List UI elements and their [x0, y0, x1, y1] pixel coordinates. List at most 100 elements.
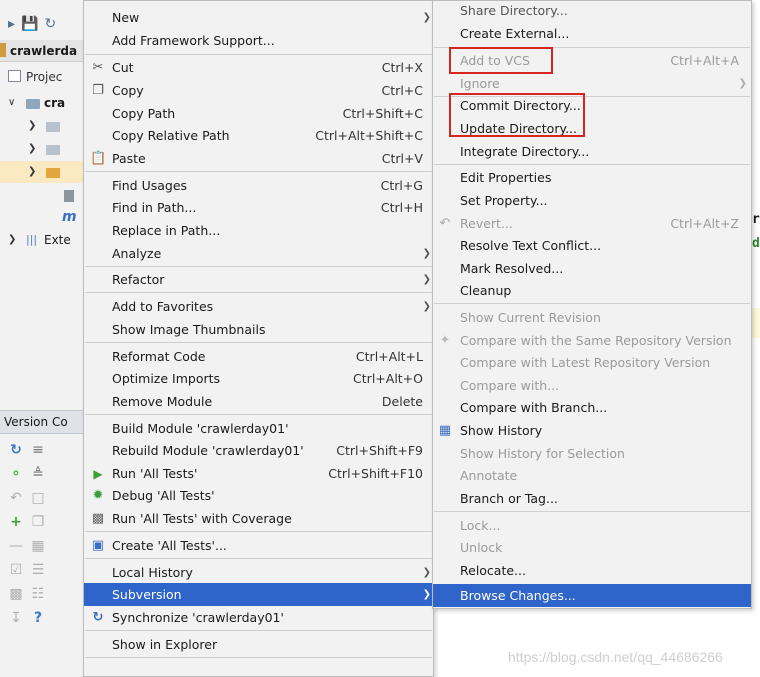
- menu-item-analyze[interactable]: Analyze ❯: [84, 242, 433, 265]
- add-icon[interactable]: +: [8, 514, 24, 530]
- menu-item-shortcut: Ctrl+Shift+F10: [328, 466, 423, 481]
- group-icon[interactable]: □: [30, 490, 46, 506]
- menu-item-relocate[interactable]: Relocate...: [433, 559, 751, 582]
- menu-item-add-framework-support[interactable]: Add Framework Support...: [84, 29, 433, 52]
- menu-item-remove-module[interactable]: Remove Module Delete: [84, 390, 433, 413]
- menu-item-copy[interactable]: ❐ Copy Ctrl+C: [84, 79, 433, 102]
- menu-item-find-usages[interactable]: Find Usages Ctrl+G: [84, 174, 433, 197]
- menu-item-set-property[interactable]: Set Property...: [433, 189, 751, 212]
- menu-item-create-external[interactable]: Create External...: [433, 22, 751, 45]
- run-icon: ▶: [93, 467, 103, 481]
- chevron-right-icon[interactable]: ❯: [28, 138, 36, 160]
- copy-icon[interactable]: ❐: [30, 514, 46, 530]
- menu-item-new[interactable]: New ❯: [84, 6, 433, 29]
- menu-item-label: Revert...: [460, 216, 513, 231]
- menu-item-label: Set Property...: [460, 193, 548, 208]
- menu-item-label: Subversion: [112, 587, 182, 602]
- open-icon[interactable]: ▸: [8, 16, 15, 32]
- menu-item-run-with-coverage[interactable]: ▩ Run 'All Tests' with Coverage: [84, 507, 433, 530]
- chevron-down-icon[interactable]: ∨: [8, 92, 15, 114]
- module-icon[interactable]: ▩: [8, 586, 24, 602]
- menu-item-label: Branch or Tag...: [460, 491, 558, 506]
- menu-item-run-all-tests[interactable]: ▶ Run 'All Tests' Ctrl+Shift+F10: [84, 462, 433, 485]
- menu-item-debug-all-tests[interactable]: ✹ Debug 'All Tests': [84, 484, 433, 507]
- menu-item-reformat-code[interactable]: Reformat Code Ctrl+Alt+L: [84, 345, 433, 368]
- menu-item-label: Reformat Code: [112, 349, 206, 364]
- menu-item-show-current-revision[interactable]: Show Current Revision: [433, 306, 751, 329]
- menu-item-add-to-vcs[interactable]: Add to VCS Ctrl+Alt+A: [433, 49, 751, 72]
- menu-item-label: Compare with Latest Repository Version: [460, 355, 711, 370]
- menu-item-add-to-favorites[interactable]: Add to Favorites ❯: [84, 295, 433, 318]
- branch-icon[interactable]: ⚬: [8, 466, 24, 482]
- menu-item-cleanup[interactable]: Cleanup: [433, 279, 751, 302]
- menu-item-mark-resolved[interactable]: Mark Resolved...: [433, 257, 751, 280]
- menu-item-branch-or-tag[interactable]: Branch or Tag...: [433, 487, 751, 510]
- menu-item-compare-with[interactable]: Compare with...: [433, 374, 751, 397]
- menu-item-synchronize[interactable]: ↻ Synchronize 'crawlerday01': [84, 606, 433, 629]
- grid-icon[interactable]: ▦: [30, 538, 46, 554]
- list-icon[interactable]: ☰: [30, 562, 46, 578]
- chevron-right-icon[interactable]: ❯: [28, 115, 36, 137]
- sync-icon[interactable]: ↻: [44, 16, 56, 32]
- collapse-all-icon[interactable]: ≜: [30, 466, 46, 482]
- menu-item-optimize-imports[interactable]: Optimize Imports Ctrl+Alt+O: [84, 367, 433, 390]
- menu-separator: [85, 657, 432, 658]
- refresh-icon[interactable]: ↻: [8, 442, 24, 458]
- file-icon: [64, 190, 74, 202]
- rollback-icon[interactable]: ↶: [8, 490, 24, 506]
- menu-item-resolve-text-conflict[interactable]: Resolve Text Conflict...: [433, 234, 751, 257]
- scissors-icon: ✂: [92, 60, 104, 75]
- menu-item-show-history-selection[interactable]: Show History for Selection: [433, 442, 751, 465]
- menu-item-find-in-path[interactable]: Find in Path... Ctrl+H: [84, 196, 433, 219]
- expand-all-icon[interactable]: ≡: [30, 442, 46, 458]
- menu-item-compare-same-repo-version[interactable]: ✦ Compare with the Same Repository Versi…: [433, 329, 751, 352]
- menu-item-show-image-thumbnails[interactable]: Show Image Thumbnails: [84, 318, 433, 341]
- menu-item-revert[interactable]: ↶ Revert... Ctrl+Alt+Z: [433, 212, 751, 235]
- project-context-menu: New ❯ Add Framework Support... ✂ Cut Ctr…: [83, 0, 434, 677]
- menu-item-compare-with-branch[interactable]: Compare with Branch...: [433, 396, 751, 419]
- menu-item-show-in-explorer[interactable]: Show in Explorer: [84, 633, 433, 656]
- help-icon[interactable]: ?: [30, 610, 46, 626]
- menu-item-show-history[interactable]: ▦ Show History: [433, 419, 751, 442]
- menu-item-lock[interactable]: Lock...: [433, 514, 751, 537]
- menu-item-subversion[interactable]: Subversion ❯: [84, 583, 433, 606]
- checkbox-icon[interactable]: ☑: [8, 562, 24, 578]
- menu-item-label: Run 'All Tests' with Coverage: [112, 511, 292, 526]
- menu-item-paste[interactable]: 📋 Paste Ctrl+V: [84, 147, 433, 170]
- menu-item-cut[interactable]: ✂ Cut Ctrl+X: [84, 56, 433, 79]
- menu-item-browse-changes[interactable]: Browse Changes...: [433, 584, 751, 607]
- menu-item-commit-directory[interactable]: Commit Directory...: [433, 94, 751, 117]
- menu-item-compare-latest-repo-version[interactable]: Compare with Latest Repository Version: [433, 351, 751, 374]
- menu-item-label: Show Current Revision: [460, 310, 601, 325]
- menu-item-build-module[interactable]: Build Module 'crawlerday01': [84, 417, 433, 440]
- menu-item-replace-in-path[interactable]: Replace in Path...: [84, 219, 433, 242]
- menu-item-share-directory[interactable]: Share Directory...: [433, 0, 751, 22]
- menu-item-edit-properties[interactable]: Edit Properties: [433, 166, 751, 189]
- menu-item-label: Cut: [112, 60, 134, 75]
- menu-item-update-directory[interactable]: Update Directory...: [433, 117, 751, 140]
- sync-icon: ↻: [92, 610, 104, 625]
- menu-item-label: Refactor: [112, 272, 165, 287]
- menu-item-label: Commit Directory...: [460, 98, 581, 113]
- filter-icon[interactable]: ☷: [30, 586, 46, 602]
- menu-item-ignore[interactable]: Ignore ❯: [433, 72, 751, 95]
- menu-item-label: Build Module 'crawlerday01': [112, 421, 289, 436]
- menu-item-copy-path[interactable]: Copy Path Ctrl+Shift+C: [84, 102, 433, 125]
- menu-item-annotate[interactable]: Annotate: [433, 464, 751, 487]
- chevron-right-icon[interactable]: ❯: [28, 161, 36, 183]
- menu-item-label: Create 'All Tests'...: [112, 538, 227, 553]
- menu-item-unlock[interactable]: Unlock: [433, 536, 751, 559]
- chevron-right-icon[interactable]: ❯: [8, 229, 16, 251]
- menu-item-copy-relative-path[interactable]: Copy Relative Path Ctrl+Alt+Shift+C: [84, 124, 433, 147]
- save-icon[interactable]: 💾: [21, 16, 38, 32]
- menu-item-create-all-tests[interactable]: ▣ Create 'All Tests'...: [84, 534, 433, 557]
- remove-icon[interactable]: —: [8, 538, 24, 554]
- menu-item-shortcut: Ctrl+Alt+L: [355, 349, 423, 364]
- submenu-arrow-icon: ❯: [422, 248, 431, 259]
- menu-item-integrate-directory[interactable]: Integrate Directory...: [433, 140, 751, 163]
- menu-item-refactor[interactable]: Refactor ❯: [84, 268, 433, 291]
- menu-item-local-history[interactable]: Local History ❯: [84, 561, 433, 584]
- download-icon[interactable]: ↧: [8, 610, 24, 626]
- menu-item-rebuild-module[interactable]: Rebuild Module 'crawlerday01' Ctrl+Shift…: [84, 439, 433, 462]
- menu-item-label: Create External...: [460, 26, 570, 41]
